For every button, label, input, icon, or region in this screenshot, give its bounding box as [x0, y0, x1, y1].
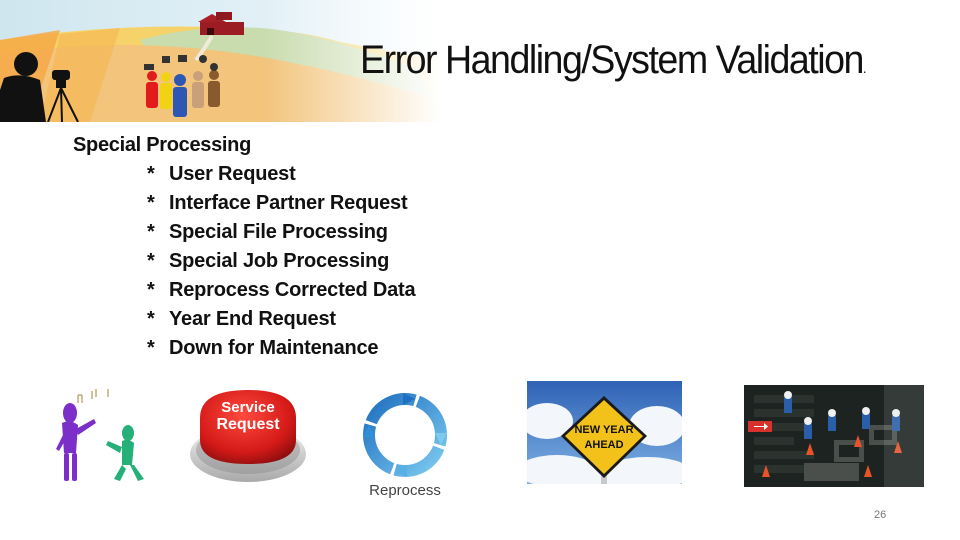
bullet-marker: *	[147, 337, 155, 359]
list-item-text: Special File Processing	[169, 221, 388, 243]
service-button-line1: Service	[221, 399, 274, 416]
slide-content: Special Processing * User Request * Interf…	[73, 131, 416, 363]
reprocess-cycle-image: Reprocess	[355, 385, 455, 501]
circuit-board-workers-image	[744, 385, 924, 487]
slide-title-text: Error Handling/System Validation	[360, 38, 864, 82]
new-year-ahead-sign-image: NEW YEAR AHEAD	[527, 381, 682, 484]
section-heading: Special Processing	[73, 134, 252, 156]
bullet-marker: *	[147, 250, 155, 272]
bullet-marker: *	[147, 163, 155, 185]
cartoon-figures-image	[48, 383, 148, 487]
bullet-marker: *	[147, 279, 155, 301]
list-item: * User Request	[147, 160, 415, 189]
list-item: * Year End Request	[147, 305, 415, 334]
slide-title: Error Handling/System Validation.	[360, 38, 867, 83]
title-suffix: .	[862, 60, 867, 76]
list-item-text: Year End Request	[169, 308, 336, 330]
list-item: * Reprocess Corrected Data	[147, 276, 416, 305]
list-item: * Interface Partner Request	[147, 189, 415, 218]
reprocess-label: Reprocess	[369, 482, 441, 499]
list-item-text: Reprocess Corrected Data	[169, 279, 416, 301]
list-item: * Special Job Processing	[147, 247, 415, 276]
list-item: * Down for Maintenance	[147, 334, 415, 363]
page-number: 26	[874, 509, 887, 521]
sign-line2: AHEAD	[584, 439, 623, 451]
list-item-text: Interface Partner Request	[169, 192, 408, 214]
list-item: * Special File Processing	[147, 218, 415, 247]
bullet-marker: *	[147, 221, 155, 243]
list-item-text: Down for Maintenance	[169, 337, 379, 359]
service-button-line2: Request	[216, 416, 280, 433]
bullet-marker: *	[147, 308, 155, 330]
bullet-list: * User Request * Interface Partner Request…	[147, 160, 416, 363]
list-item-text: User Request	[169, 163, 296, 185]
list-item-text: Special Job Processing	[169, 250, 390, 272]
service-request-button-image: Service Request	[186, 382, 310, 488]
bullet-marker: *	[147, 192, 155, 214]
sign-line1: NEW YEAR	[574, 424, 633, 436]
